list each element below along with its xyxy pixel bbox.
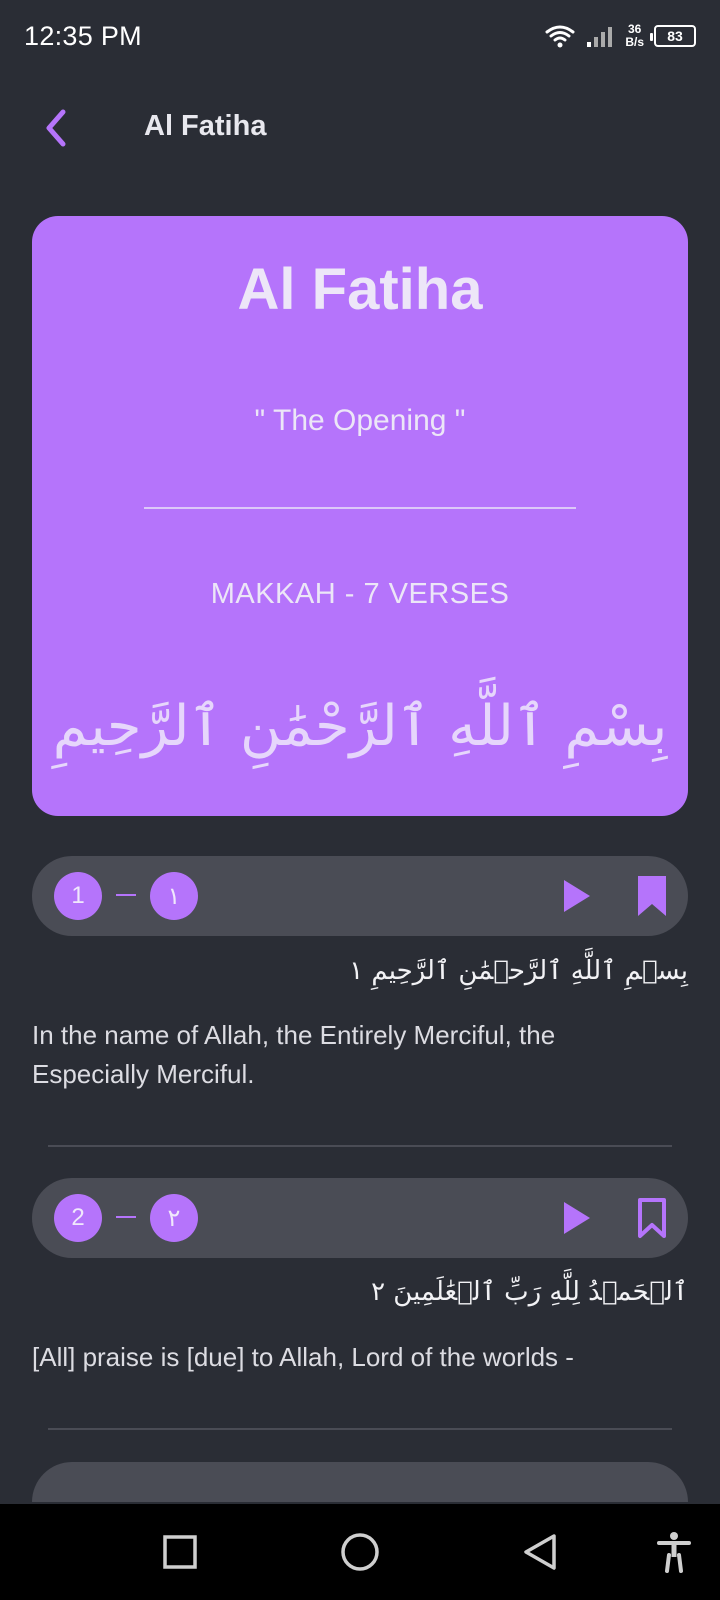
- chevron-left-icon: [46, 109, 66, 147]
- back-button[interactable]: [32, 104, 80, 152]
- accessibility-button[interactable]: [650, 1528, 698, 1576]
- verse-arabic-text: بِسۡمِ ٱللَّهِ ٱلرَّحۡمَٰنِ ٱلرَّحِيمِ ١: [349, 956, 688, 986]
- verse-arabic-number-label: ٢: [167, 1204, 181, 1232]
- play-icon: [564, 1202, 590, 1234]
- net-speed-unit: B/s: [625, 35, 644, 49]
- circle-icon: [341, 1533, 379, 1571]
- surah-info-card: Al Fatiha " The Opening " MAKKAH - 7 VER…: [32, 216, 688, 816]
- bookmark-filled-icon: [638, 876, 666, 916]
- verse-separator: [48, 1428, 672, 1430]
- app-header: Al Fatiha: [0, 88, 720, 170]
- page-title: Al Fatiha: [144, 110, 267, 142]
- verse-translation: In the name of Allah, the Entirely Merci…: [32, 1020, 556, 1089]
- verse-translation: [All] praise is [due] to Allah, Lord of …: [32, 1342, 574, 1372]
- triangle-back-icon: [524, 1534, 556, 1570]
- accessibility-icon: [657, 1532, 691, 1573]
- bookmark-button[interactable]: [632, 1196, 672, 1240]
- bookmark-button[interactable]: [632, 874, 672, 918]
- bookmark-outline-icon: [638, 1198, 666, 1238]
- verse-header: 2 ٢: [32, 1178, 688, 1258]
- verse-number: 2: [54, 1194, 102, 1242]
- play-button[interactable]: [556, 1198, 596, 1238]
- recents-button[interactable]: [156, 1528, 204, 1576]
- number-dash: [116, 894, 136, 896]
- verse-header-partial: [32, 1462, 688, 1502]
- play-button[interactable]: [556, 876, 596, 916]
- surah-translation-name: " The Opening ": [254, 404, 466, 437]
- wifi-icon: [545, 25, 575, 48]
- divider: [144, 507, 576, 509]
- surah-meta: MAKKAH - 7 VERSES: [210, 578, 510, 610]
- verse-arabic-number: ١: [150, 872, 198, 920]
- square-icon: [163, 1535, 197, 1569]
- network-speed: 36 B/s: [625, 23, 644, 49]
- status-icons: 36 B/s 83: [545, 23, 696, 49]
- verse-number-label: 2: [71, 1204, 85, 1231]
- verse-arabic-number-label: ١: [167, 882, 181, 910]
- verse-number: 1: [54, 872, 102, 920]
- verse-arabic-text: ٱلۡحَمۡدُ لِلَّهِ رَبِّ ٱلۡعَٰلَمِينَ ٢: [371, 1277, 688, 1307]
- battery-level: 83: [667, 28, 683, 44]
- status-bar: 12:35 PM 36 B/s 83: [0, 0, 720, 72]
- battery-icon: 83: [650, 25, 696, 47]
- number-dash: [116, 1216, 136, 1218]
- verse-separator: [48, 1145, 672, 1147]
- surah-title: Al Fatiha: [237, 257, 483, 322]
- home-button[interactable]: [336, 1528, 384, 1576]
- system-nav-bar: [0, 1504, 720, 1600]
- signal-icon: [587, 27, 613, 47]
- system-back-button[interactable]: [516, 1528, 564, 1576]
- play-icon: [564, 880, 590, 912]
- verse-number-label: 1: [71, 882, 85, 909]
- verse-header: 1 ١: [32, 856, 688, 936]
- verse-arabic-number: ٢: [150, 1194, 198, 1242]
- basmala: بِسْمِ ٱللَّهِ ٱلرَّحْمَٰنِ ٱلرَّحِيمِ: [52, 694, 668, 759]
- status-time: 12:35 PM: [24, 20, 142, 51]
